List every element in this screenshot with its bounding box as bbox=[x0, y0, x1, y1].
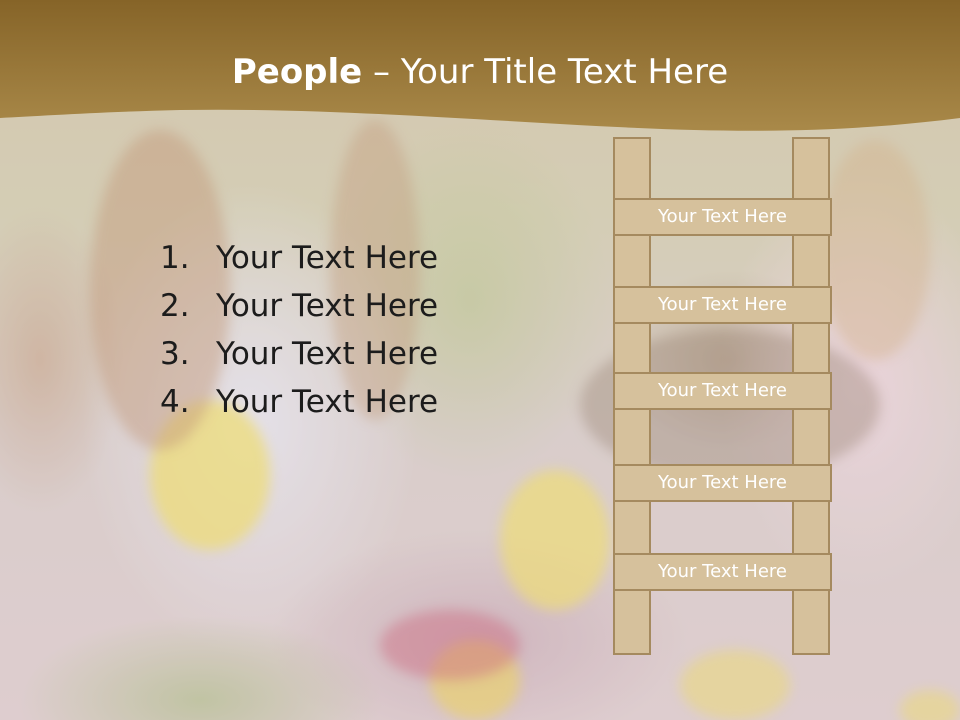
list-item: 4. Your Text Here bbox=[160, 378, 438, 426]
list-text: Your Text Here bbox=[216, 336, 439, 372]
ladder-rung-5: Your Text Here bbox=[613, 553, 832, 591]
title-banner: People – Your Title Text Here bbox=[0, 0, 960, 150]
title-text: Your Title Text Here bbox=[400, 52, 729, 92]
title-bold: People bbox=[231, 52, 363, 92]
list-item: 2. Your Text Here bbox=[160, 282, 438, 330]
ladder-rung-2: Your Text Here bbox=[613, 286, 832, 324]
title-separator: – bbox=[362, 52, 401, 92]
list-number: 1. bbox=[160, 240, 190, 276]
list-text: Your Text Here bbox=[216, 384, 439, 420]
ladder-rung-3: Your Text Here bbox=[613, 372, 832, 410]
slide-title: People – Your Title Text Here bbox=[0, 52, 960, 92]
list-text: Your Text Here bbox=[216, 240, 439, 276]
list-number: 4. bbox=[160, 384, 190, 420]
ladder-rung-4: Your Text Here bbox=[613, 464, 832, 502]
numbered-list: 1. Your Text Here 2. Your Text Here 3. Your… bbox=[160, 234, 438, 426]
list-text: Your Text Here bbox=[216, 288, 439, 324]
list-number: 3. bbox=[160, 336, 190, 372]
list-item: 3. Your Text Here bbox=[160, 330, 438, 378]
list-item: 1. Your Text Here bbox=[160, 234, 438, 282]
ladder-rung-1: Your Text Here bbox=[613, 198, 832, 236]
list-number: 2. bbox=[160, 288, 190, 324]
